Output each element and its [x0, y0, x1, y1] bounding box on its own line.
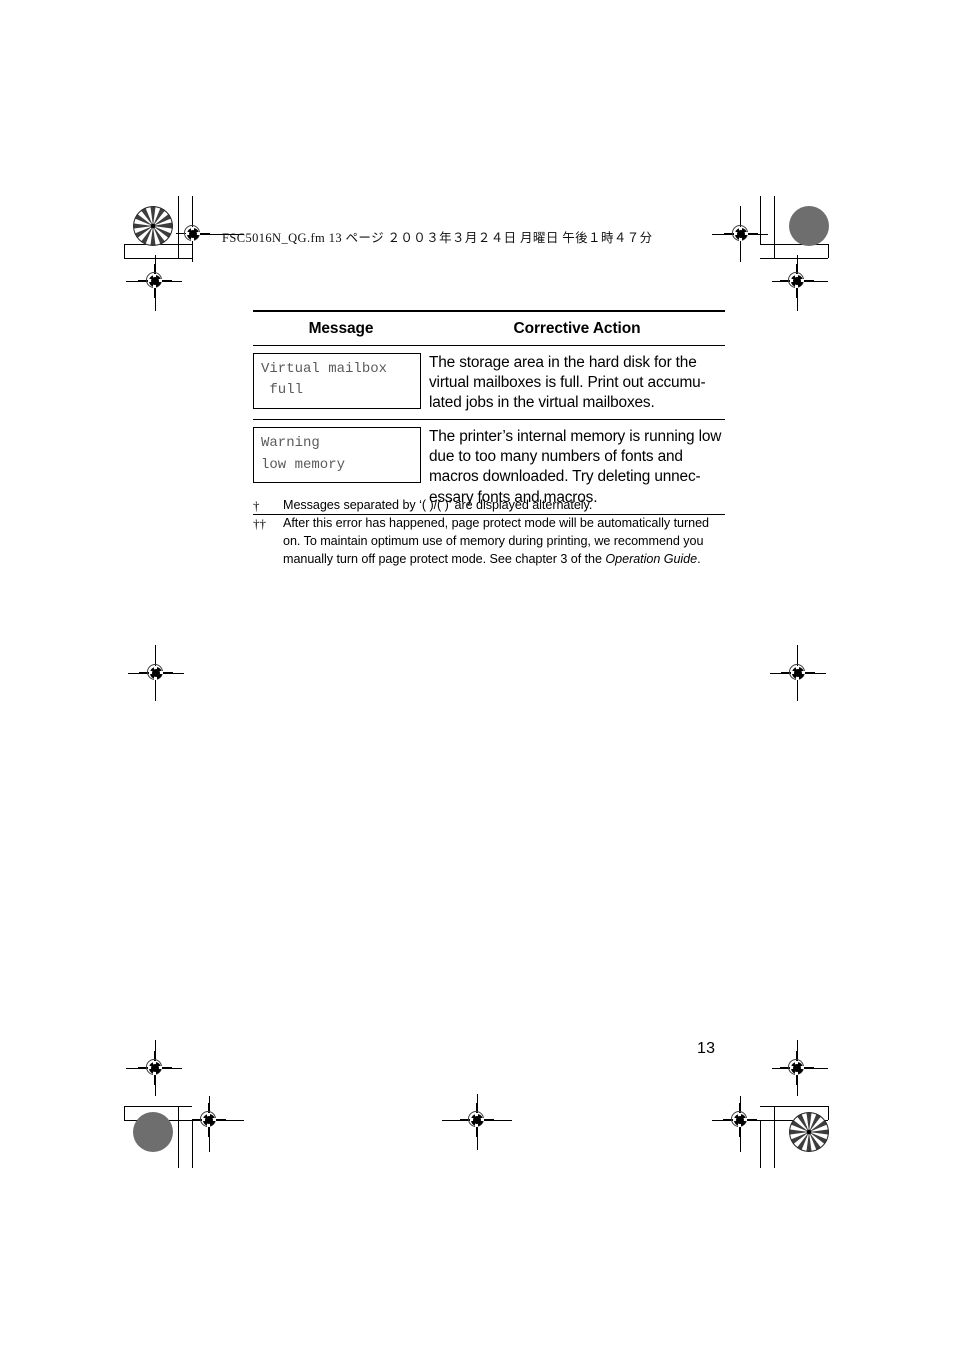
- message-cell: Warning low memory: [253, 427, 429, 483]
- crop-line-bl-v-outer: [178, 1106, 179, 1168]
- crop-line-br-v-outer: [774, 1106, 775, 1168]
- reg-arm-v-bl: [155, 1040, 156, 1096]
- reg-arm-h-tl2: [126, 281, 182, 282]
- registration-crosshair-tl: [176, 217, 210, 251]
- reg-arm-v-ml: [155, 645, 156, 701]
- crop-line-bl-edge-v: [124, 1106, 125, 1120]
- reg-arm-h-bl2: [188, 1120, 244, 1121]
- footnote-marker-dagger: †: [253, 498, 260, 513]
- table-header-row: Message Corrective Action: [253, 312, 725, 345]
- crop-line-tr-h-outer: [760, 258, 828, 259]
- registration-crosshair-mid-left: [139, 656, 173, 690]
- registration-crosshair-mid-right: [781, 656, 815, 690]
- registration-crosshair-br2: [723, 1103, 757, 1137]
- crop-line-tr-h-inner: [760, 244, 828, 245]
- radial-resolution-target-br: [789, 1112, 829, 1152]
- radial-resolution-target-tl: [133, 206, 173, 246]
- footnote-block: † Messages separated by ‘( )/( )’ are di…: [253, 497, 725, 569]
- reg-arm-h-mr: [770, 673, 826, 674]
- file-header-stamp: FSC5016N_QG.fm 13 ページ ２００３年３月２４日 月曜日 午後１…: [222, 231, 653, 245]
- crop-line-tl-h-inner: [124, 244, 192, 245]
- reg-arm-v-tr: [740, 206, 741, 262]
- table-row: Virtual mailbox full The storage area in…: [253, 346, 725, 419]
- footnote-item: †† After this error has happened, page p…: [253, 515, 725, 569]
- reg-arm-h-br: [772, 1068, 828, 1069]
- crop-line-tr-edge-v: [828, 244, 829, 258]
- reg-arm-h-tr2: [772, 281, 828, 282]
- lcd-message-box: Virtual mailbox full: [253, 353, 421, 409]
- reg-arm-h-bl: [126, 1068, 182, 1069]
- reg-arm-h-tr: [712, 234, 768, 235]
- registration-crosshair-bl2: [192, 1103, 226, 1137]
- solid-density-dot-bl: [133, 1112, 173, 1152]
- crop-line-br-h-inner: [760, 1120, 828, 1121]
- crop-line-tl-v-inner: [192, 196, 193, 244]
- crop-line-bl-h-outer: [124, 1106, 192, 1107]
- solid-density-dot-tr: [789, 206, 829, 246]
- lcd-message-box: Warning low memory: [253, 427, 421, 483]
- page-number: 13: [697, 1040, 716, 1057]
- reg-arm-h-br2: [712, 1120, 768, 1121]
- crop-line-br-edge-v: [828, 1106, 829, 1120]
- registration-crosshair-tr2: [780, 264, 814, 298]
- message-cell: Virtual mailbox full: [253, 353, 429, 409]
- corrective-action-cell: The printer’s internal memory is running…: [429, 428, 722, 506]
- message-table: Message Corrective Action Virtual mailbo…: [253, 310, 725, 515]
- crop-line-tr-v-outer: [774, 196, 775, 258]
- crop-line-bl-v-inner: [192, 1120, 193, 1168]
- crop-line-tl-edge-v: [124, 244, 125, 258]
- registration-crosshair-bl: [138, 1051, 172, 1085]
- column-header-message: Message: [308, 319, 374, 337]
- crop-line-tl-h-outer: [124, 258, 192, 259]
- reg-arm-v-bc: [477, 1094, 478, 1150]
- crop-line-br-v-inner: [760, 1120, 761, 1168]
- reg-arm-v-tr2: [797, 255, 798, 311]
- footnote-text-tail: .: [697, 551, 701, 566]
- crop-line-tr-v-inner: [760, 196, 761, 244]
- column-header-corrective-action: Corrective Action: [513, 319, 641, 337]
- reg-arm-v-tl: [192, 206, 193, 262]
- reg-arm-h-bc: [442, 1120, 512, 1121]
- crop-line-tl-v-outer: [178, 196, 179, 258]
- reg-arm-v-bl2: [209, 1096, 210, 1152]
- print-marks-layer: [0, 0, 954, 1351]
- footnote-text: Messages separated by ‘( )/( )’ are disp…: [283, 498, 593, 512]
- reg-arm-h-ml: [128, 673, 184, 674]
- reg-arm-v-br2: [740, 1096, 741, 1152]
- corrective-action-cell: The storage area in the hard disk for th…: [429, 354, 706, 412]
- crop-line-br-h-outer: [760, 1106, 828, 1107]
- registration-crosshair-br: [780, 1051, 814, 1085]
- registration-crosshair-bottom-center: [460, 1103, 494, 1137]
- crop-line-bl-h-inner: [124, 1120, 192, 1121]
- footnote-item: † Messages separated by ‘( )/( )’ are di…: [253, 497, 725, 515]
- reg-arm-v-mr: [797, 645, 798, 701]
- footnote-text-italic-title: Operation Guide: [605, 551, 698, 566]
- footnote-text: After this error has happened, page prot…: [283, 515, 725, 569]
- registration-crosshair-tr: [724, 217, 758, 251]
- reg-arm-v-tl2: [155, 255, 156, 311]
- footnote-marker-double-dagger: ††: [253, 515, 266, 531]
- reg-arm-v-br: [797, 1040, 798, 1096]
- registration-crosshair-tl2: [138, 264, 172, 298]
